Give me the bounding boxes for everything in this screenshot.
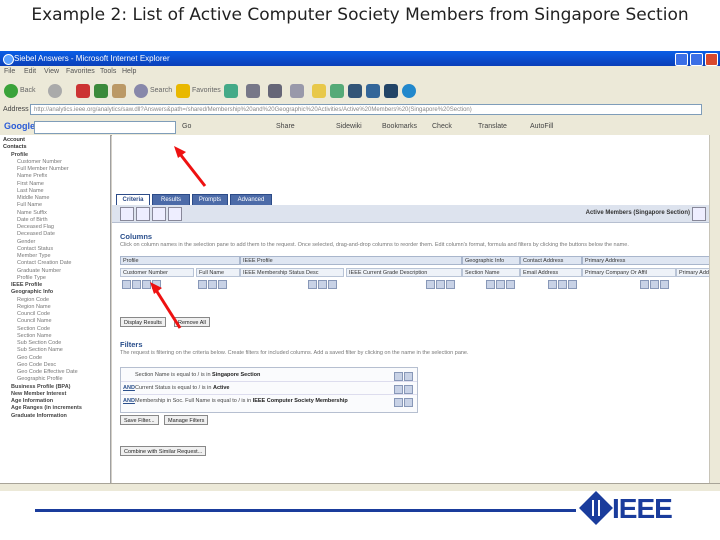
ieee-logo: IEEE <box>612 493 673 524</box>
arrow-to-display-results <box>150 282 182 329</box>
annotation-arrows <box>150 146 207 329</box>
footer-rule <box>35 509 576 512</box>
ieee-diamond-mark <box>592 500 600 516</box>
arrow-to-results-tab <box>174 146 207 187</box>
